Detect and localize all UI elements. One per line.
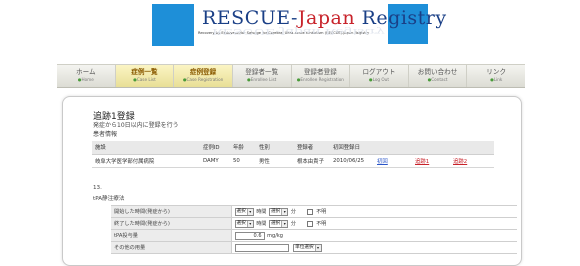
nav-home[interactable]: ホーム ●Home [57, 65, 116, 87]
col-sex: 性別 [256, 141, 294, 155]
col-followup2 [450, 141, 494, 155]
col-initial [374, 141, 412, 155]
nav-link[interactable]: リンク ●Link [467, 65, 525, 87]
hour-unit: 時間 [256, 209, 267, 215]
nav-case-registration[interactable]: 症例登録 ●Case Registration [174, 65, 233, 87]
start-time-label: 開始した時間(発症から) [111, 205, 232, 218]
section-number: 13. [93, 185, 102, 191]
table-header-row: 施設 症例ID 年齢 性別 登録者 初回登録日 [92, 141, 494, 155]
minute-unit: 分 [290, 221, 296, 227]
start-hour-select[interactable]: 選択 ▾ [234, 207, 254, 216]
nav-contact[interactable]: お問い合わせ ●Contact [409, 65, 468, 87]
end-hour-select[interactable]: 選択 ▾ [234, 219, 254, 228]
site-logo[interactable]: RESCUE-Japan Registry Recovery by Endova… [152, 4, 446, 56]
cell-facility: 岐阜大学医学部付属病院 [92, 154, 200, 168]
followup2-link[interactable]: 追跡2 [453, 159, 467, 165]
nav-case-list[interactable]: 症例一覧 ●Case List [115, 65, 175, 87]
col-followup1 [412, 141, 450, 155]
patient-table: 施設 症例ID 年齢 性別 登録者 初回登録日 岐阜大学医学部付属病院 DAMY… [92, 141, 494, 168]
form-row-dose: tPA投与量 0.6 mg/kg [111, 229, 517, 242]
main-panel: 追跡1登録 発症から10日以内に登録を行う 患者情報 施設 症例ID 年齢 性別… [62, 96, 522, 266]
chevron-down-icon: ▾ [281, 208, 288, 215]
cell-sex: 男性 [256, 154, 294, 168]
other-dose-label: その他の用量 [111, 241, 232, 254]
form-row-end: 終了した時間(発症から) 選択 ▾ 時間 選択 ▾ 分 不明 [111, 217, 517, 230]
followup1-link[interactable]: 追跡1 [415, 159, 429, 165]
logo-square-left [152, 4, 194, 46]
nav-enrollee-registration[interactable]: 登録者登録 ●Enrollee Registration [292, 65, 351, 87]
main-nav: ホーム ●Home 症例一覧 ●Case List 症例登録 ●Case Reg… [57, 64, 525, 88]
tpa-form: 開始した時間(発症から) 選択 ▾ 時間 選択 ▾ 分 不明 終了した時間(発症から… [111, 205, 517, 254]
hour-unit: 時間 [256, 221, 267, 227]
patient-section-heading: 患者情報 [93, 131, 118, 138]
col-registrant: 登録者 [294, 141, 330, 155]
chevron-down-icon: ▾ [281, 220, 288, 227]
cell-age: 50 [230, 154, 256, 168]
page-subtitle: 発症から10日以内に登録を行う [93, 122, 179, 129]
cell-first-date: 2010/06/25 [330, 154, 374, 168]
dose-label: tPA投与量 [111, 229, 232, 242]
dose-unit: mg/kg [267, 232, 283, 239]
initial-link[interactable]: 初回 [377, 159, 388, 165]
section-name: tPA静注療法 [93, 196, 125, 202]
chevron-down-icon: ▾ [314, 244, 321, 251]
header: RESCUE-Japan Registry Recovery by Endova… [0, 0, 580, 62]
form-row-start: 開始した時間(発症から) 選択 ▾ 時間 選択 ▾ 分 不明 [111, 205, 517, 218]
col-case-id: 症例ID [200, 141, 230, 155]
chevron-down-icon: ▾ [246, 208, 253, 215]
table-row: 岐阜大学医学部付属病院 DAMY 50 男性 根本由貴子 2010/06/25 … [92, 154, 494, 168]
nav-logout[interactable]: ログアウト ●Log Out [350, 65, 409, 87]
form-row-other: その他の用量 単位選択 ▾ [111, 241, 517, 254]
col-facility: 施設 [92, 141, 200, 155]
start-minute-select[interactable]: 選択 ▾ [269, 207, 289, 216]
end-time-label: 終了した時間(発症から) [111, 217, 232, 230]
cell-registrant: 根本由貴子 [294, 154, 330, 168]
col-first-date: 初回登録日 [330, 141, 374, 155]
end-minute-select[interactable]: 選択 ▾ [269, 219, 289, 228]
cell-case-id: DAMY [200, 154, 230, 168]
logo-reflection: RESCUE-Japan Registry [212, 26, 385, 36]
unit-select[interactable]: 単位選択 ▾ [293, 243, 322, 252]
minute-unit: 分 [290, 209, 296, 215]
unknown-label: 不明 [316, 221, 327, 227]
chevron-down-icon: ▾ [246, 220, 253, 227]
col-age: 年齢 [230, 141, 256, 155]
dose-input[interactable]: 0.6 [234, 231, 265, 240]
other-dose-input[interactable] [234, 243, 289, 252]
start-unknown-checkbox[interactable] [306, 208, 313, 215]
unknown-label: 不明 [316, 209, 327, 215]
end-unknown-checkbox[interactable] [306, 220, 313, 227]
nav-enrollee-list[interactable]: 登録者一覧 ●Enrollee List [233, 65, 292, 87]
